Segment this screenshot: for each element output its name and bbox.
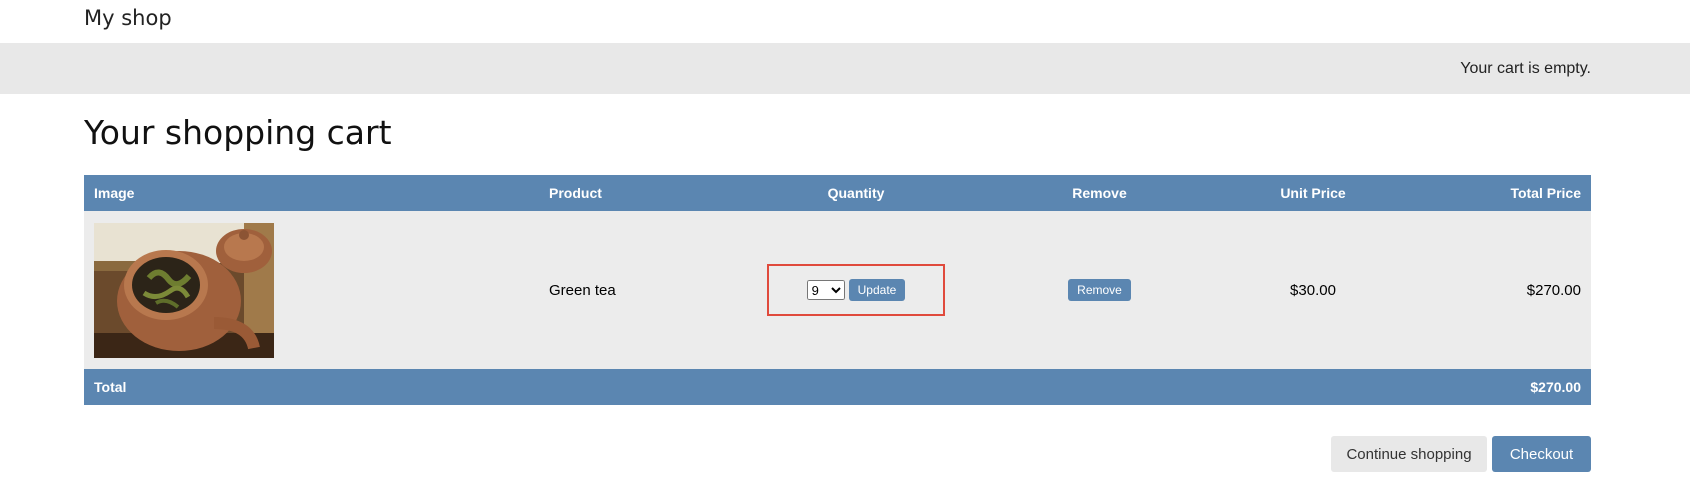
cart-total-price: $270.00 (1530, 379, 1581, 395)
unit-price: $30.00 (1290, 281, 1336, 299)
quantity-select[interactable]: 9 (806, 280, 845, 300)
cart-table: Image Product Quantity Remove Unit Price… (84, 175, 1591, 405)
row-total-price: $270.00 (1526, 281, 1581, 299)
column-header-product: Product (549, 185, 602, 201)
table-row: Green tea 9 Update Remove $30.00 $270.00 (84, 211, 1591, 369)
column-header-total-price: Total Price (1510, 185, 1581, 201)
cart-actions: Continue shopping Checkout (1331, 436, 1591, 472)
checkout-button[interactable]: Checkout (1492, 436, 1591, 472)
remove-button[interactable]: Remove (1068, 279, 1131, 301)
product-name: Green tea (549, 281, 616, 299)
quantity-cell: 9 Update (736, 211, 976, 369)
page-title: Your shopping cart (84, 113, 392, 152)
column-header-unit-price: Unit Price (1280, 185, 1346, 201)
site-title[interactable]: My shop (84, 6, 172, 30)
remove-cell: Remove (976, 211, 1223, 369)
teapot-image (94, 222, 274, 358)
table-header-row: Image Product Quantity Remove Unit Price… (84, 175, 1591, 211)
table-footer-row: Total $270.00 (84, 369, 1591, 405)
cart-status-text: Your cart is empty. (1460, 60, 1591, 77)
continue-shopping-button[interactable]: Continue shopping (1331, 436, 1487, 472)
update-button[interactable]: Update (848, 279, 906, 301)
total-label: Total (94, 379, 127, 395)
column-header-remove: Remove (1072, 185, 1127, 201)
product-image-cell (84, 211, 539, 369)
column-header-image: Image (94, 185, 135, 201)
quantity-highlight: 9 Update (766, 264, 946, 316)
column-header-quantity: Quantity (827, 185, 885, 201)
cart-status-bar: Your cart is empty. (0, 43, 1690, 94)
